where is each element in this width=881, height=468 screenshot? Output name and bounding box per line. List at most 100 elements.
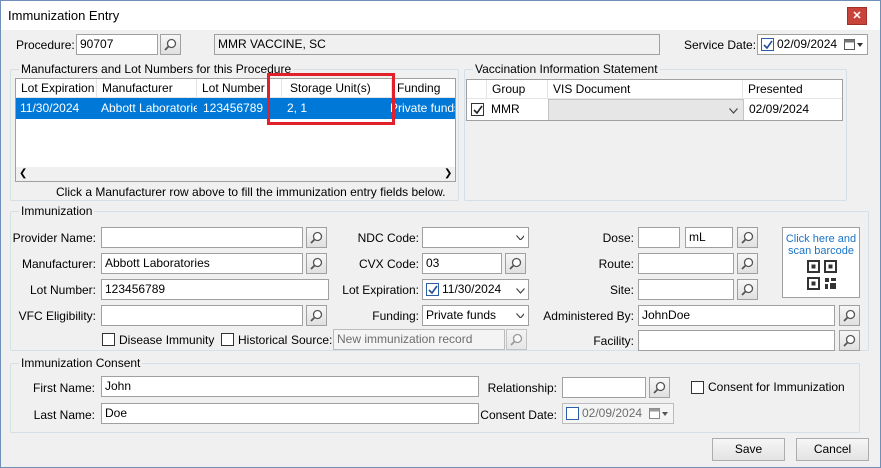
- route-search-button[interactable]: [737, 253, 758, 274]
- search-icon: [741, 231, 754, 244]
- lot-expiration-value: 11/30/2024: [442, 282, 502, 296]
- table-row: MMR 02/09/2024: [467, 99, 842, 120]
- calendar-dropdown-icon[interactable]: [649, 407, 671, 423]
- source-search-button: [506, 329, 527, 350]
- highlight-box: [267, 73, 395, 125]
- disease-immunity-checkbox[interactable]: [102, 333, 115, 346]
- relationship-search-button[interactable]: [649, 377, 670, 398]
- route-label: Route:: [598, 257, 634, 271]
- manufacturer-input[interactable]: Abbott Laboratories: [101, 253, 303, 274]
- horizontal-scrollbar[interactable]: ❮ ❯: [16, 167, 455, 181]
- source-input: New immunization record: [333, 329, 505, 350]
- provider-search-button[interactable]: [306, 227, 327, 248]
- cancel-button[interactable]: Cancel: [796, 438, 869, 461]
- manufacturer-hint-text: Click a Manufacturer row above to fill t…: [56, 185, 446, 199]
- calendar-dropdown-icon[interactable]: [844, 38, 864, 54]
- consent-for-immunization-checkbox[interactable]: [691, 381, 704, 394]
- historical-checkbox[interactable]: [221, 333, 234, 346]
- qr-code-icon: [807, 260, 837, 290]
- last-name-input[interactable]: Doe: [101, 403, 479, 424]
- close-button[interactable]: ✕: [847, 7, 867, 25]
- lot-expiration-picker[interactable]: 11/30/2024: [422, 279, 529, 300]
- funding-dropdown[interactable]: Private funds: [422, 305, 529, 326]
- save-button[interactable]: Save: [712, 438, 785, 461]
- scroll-right-icon[interactable]: ❯: [444, 168, 452, 179]
- chevron-down-icon: [729, 108, 738, 114]
- cvx-code-label: CVX Code:: [358, 257, 419, 271]
- facility-input[interactable]: [638, 330, 835, 351]
- vfc-search-button[interactable]: [306, 305, 327, 326]
- consent-date-label: Consent Date:: [480, 408, 557, 422]
- check-icon: [763, 40, 773, 50]
- site-search-button[interactable]: [737, 279, 758, 300]
- cell-lot-expiration: 11/30/2024: [20, 101, 80, 115]
- cell-manufacturer: Abbott Laboratories: [101, 101, 197, 115]
- cvx-search-button[interactable]: [505, 253, 526, 274]
- source-label: Source:: [291, 333, 333, 347]
- dose-unit-input[interactable]: mL: [685, 227, 733, 248]
- cvx-code-input[interactable]: 03: [422, 253, 502, 274]
- procedure-description-field: MMR VACCINE, SC: [214, 34, 660, 55]
- route-input[interactable]: [638, 253, 734, 274]
- administered-by-search-button[interactable]: [839, 305, 860, 326]
- cell-funding: Private funds: [390, 101, 456, 115]
- site-input[interactable]: [638, 279, 734, 300]
- lot-number-input[interactable]: 123456789: [101, 279, 329, 300]
- consent-date-value: 02/09/2024: [582, 406, 643, 420]
- column-header-vis-document[interactable]: VIS Document: [548, 80, 743, 99]
- vfc-eligibility-input[interactable]: [101, 305, 303, 326]
- last-name-label: Last Name:: [33, 408, 95, 422]
- consent-date-picker[interactable]: 02/09/2024: [562, 403, 674, 424]
- administered-by-input[interactable]: JohnDoe: [638, 305, 835, 326]
- search-icon: [509, 257, 522, 270]
- chevron-down-icon: [516, 313, 524, 318]
- scroll-left-icon[interactable]: ❮: [19, 168, 27, 179]
- column-header-select: [467, 80, 487, 99]
- chevron-down-icon[interactable]: [516, 288, 525, 294]
- ndc-code-dropdown[interactable]: [422, 227, 529, 248]
- lot-number-label: Lot Number:: [29, 283, 96, 297]
- vis-document-dropdown[interactable]: [548, 99, 744, 120]
- chevron-down-icon: [516, 235, 524, 240]
- column-header-lot-expiration[interactable]: Lot Expiration: [16, 79, 97, 98]
- service-date-checkbox[interactable]: [761, 38, 774, 51]
- column-header-manufacturer[interactable]: Manufacturer: [97, 79, 197, 98]
- provider-name-label: Provider Name:: [12, 231, 96, 245]
- cell-presented: 02/09/2024: [749, 102, 810, 116]
- service-date-value: 02/09/2024: [777, 37, 838, 51]
- search-icon: [310, 257, 323, 270]
- window-title: Immunization Entry: [8, 8, 120, 23]
- column-header-group[interactable]: Group: [487, 80, 548, 99]
- manufacturers-group-title: Manufacturers and Lot Numbers for this P…: [19, 62, 294, 76]
- manufacturer-label: Manufacturer:: [21, 257, 96, 271]
- immunization-group-title: Immunization: [19, 204, 95, 218]
- dose-unit-search-button[interactable]: [737, 227, 758, 248]
- column-header-presented[interactable]: Presented: [743, 80, 842, 99]
- consent-for-immunization-label: Consent for Immunization: [708, 380, 845, 394]
- first-name-input[interactable]: John: [101, 376, 479, 397]
- manufacturer-search-button[interactable]: [306, 253, 327, 274]
- column-header-funding[interactable]: Funding: [392, 79, 455, 98]
- service-date-picker[interactable]: 02/09/2024: [757, 34, 868, 55]
- check-icon: [473, 105, 483, 115]
- provider-name-input[interactable]: [101, 227, 303, 248]
- search-icon: [164, 38, 177, 51]
- scan-barcode-button[interactable]: Click here and scan barcode: [782, 227, 860, 298]
- historical-label: Historical: [238, 333, 288, 347]
- procedure-label: Procedure:: [16, 38, 75, 52]
- procedure-code-input[interactable]: 90707: [76, 34, 158, 55]
- facility-search-button[interactable]: [839, 330, 860, 351]
- consent-group-title: Immunization Consent: [19, 356, 143, 370]
- lot-expiration-checkbox[interactable]: [426, 283, 439, 296]
- dose-input[interactable]: [638, 227, 680, 248]
- procedure-search-button[interactable]: [160, 34, 181, 55]
- relationship-input[interactable]: [562, 377, 646, 398]
- search-icon: [843, 334, 856, 347]
- funding-value: Private funds: [426, 308, 497, 322]
- vis-grid: Group VIS Document Presented MMR 02/09/2…: [466, 79, 843, 121]
- relationship-label: Relationship:: [487, 381, 557, 395]
- cell-group: MMR: [491, 102, 520, 116]
- vis-row-checkbox[interactable]: [471, 103, 484, 116]
- consent-date-checkbox[interactable]: [566, 407, 579, 420]
- lot-expiration-label: Lot Expiration:: [342, 283, 419, 297]
